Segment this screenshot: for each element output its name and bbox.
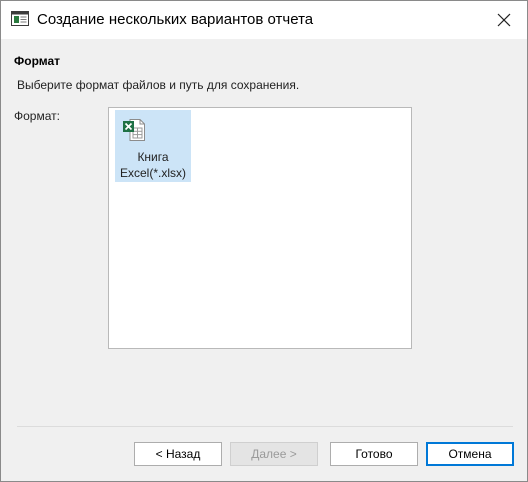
report-variants-dialog: Создание нескольких вариантов отчета Фор… xyxy=(0,0,528,482)
section-description: Выберите формат файлов и путь для сохран… xyxy=(17,78,300,92)
window-title: Создание нескольких вариантов отчета xyxy=(37,11,314,28)
format-item-label: Книга Excel(*.xlsx) xyxy=(115,149,191,181)
format-item-extension: Excel(*.xlsx) xyxy=(119,166,186,180)
cancel-button[interactable]: Отмена xyxy=(426,442,514,466)
footer-separator xyxy=(17,426,513,427)
next-button[interactable]: Далее > xyxy=(230,442,318,466)
close-button[interactable] xyxy=(481,1,527,39)
close-icon xyxy=(497,13,511,27)
title-bar: Создание нескольких вариантов отчета xyxy=(1,1,527,39)
format-label: Формат: xyxy=(14,109,60,123)
format-item-name: Книга xyxy=(137,150,169,164)
excel-file-icon xyxy=(122,118,146,142)
done-button[interactable]: Готово xyxy=(330,442,418,466)
format-list[interactable]: Книга Excel(*.xlsx) xyxy=(108,107,412,349)
format-item-excel[interactable]: Книга Excel(*.xlsx) xyxy=(115,110,191,182)
back-button[interactable]: < Назад xyxy=(134,442,222,466)
section-title: Формат xyxy=(14,54,61,68)
report-window-icon xyxy=(11,11,29,26)
